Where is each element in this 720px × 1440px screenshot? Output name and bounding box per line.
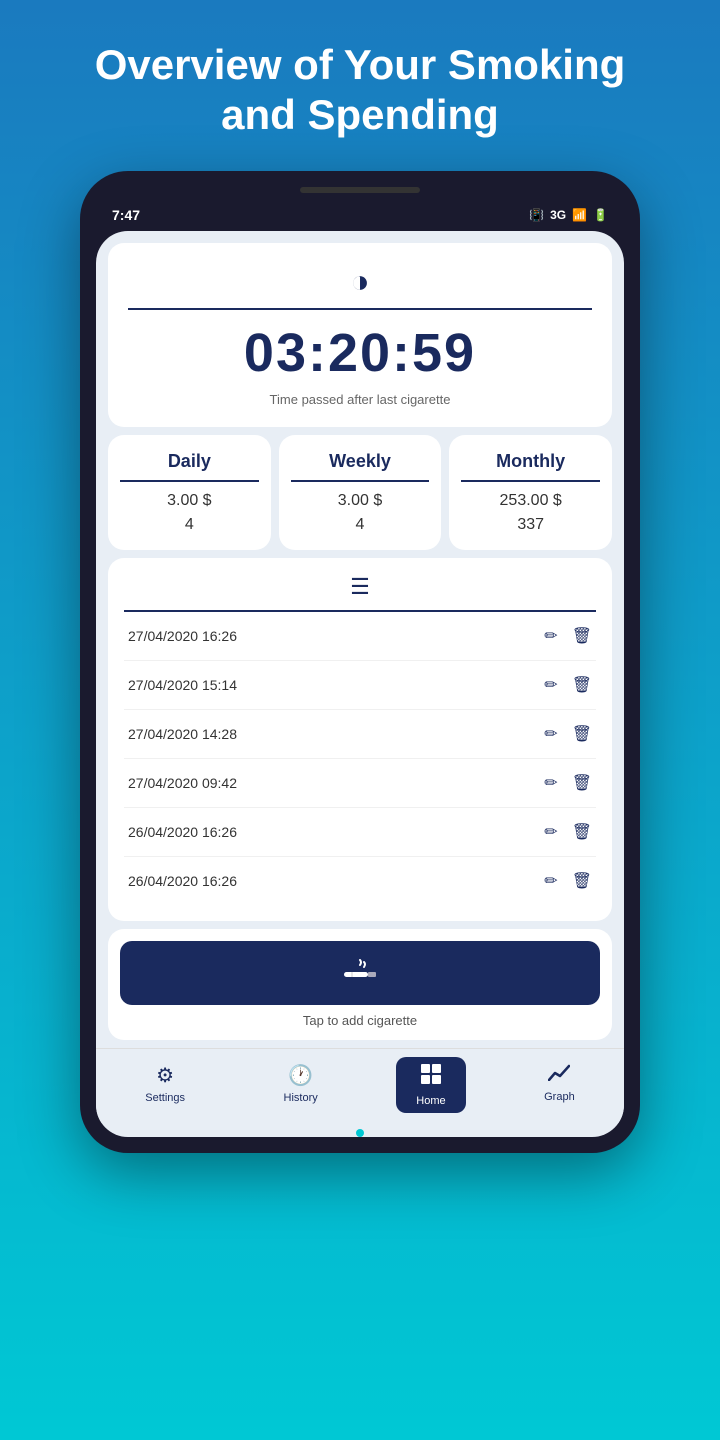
edit-icon-0[interactable]: ✏ [544,626,557,646]
history-card: ☰ 27/04/2020 16:26 ✏ 🗑 27/04/2020 15:14 … [108,558,612,921]
edit-icon-3[interactable]: ✏ [544,773,557,793]
add-label: Tap to add cigarette [120,1013,600,1028]
delete-icon-5[interactable]: 🗑 [572,871,592,891]
network-label: 3G [550,208,566,222]
history-actions-0: ✏ 🗑 [544,626,592,646]
bottom-nav: ⚙ Settings 🕐 History Home [96,1048,624,1123]
history-date-5: 26/04/2020 16:26 [128,873,237,889]
stat-daily-title: Daily [120,451,259,482]
timer-card: ◑ 03:20:59 Time passed after last cigare… [108,243,612,427]
history-actions-3: ✏ 🗑 [544,773,592,793]
battery-icon: 🔋 [593,208,608,222]
phone-frame: 7:47 📳 3G 📶 🔋 ◑ 03:20:59 Time passed aft… [80,171,640,1153]
stats-row: Daily 3.00 $ 4 Weekly 3.00 $ 4 Monthly 2… [108,435,612,550]
history-icon: 🕐 [288,1063,313,1088]
history-item-2: 27/04/2020 14:28 ✏ 🗑 [124,710,596,759]
edit-icon-1[interactable]: ✏ [544,675,557,695]
nav-settings[interactable]: ⚙ Settings [125,1057,205,1113]
stat-monthly-amount: 253.00 $ [461,492,600,510]
history-actions-4: ✏ 🗑 [544,822,592,842]
edit-icon-5[interactable]: ✏ [544,871,557,891]
add-button-container: Tap to add cigarette [108,929,612,1040]
home-indicator [356,1129,364,1137]
stat-weekly-amount: 3.00 $ [291,492,430,510]
history-item-0: 27/04/2020 16:26 ✏ 🗑 [124,612,596,661]
stat-weekly-title: Weekly [291,451,430,482]
timer-divider [128,308,592,310]
nav-home-label: Home [416,1095,445,1107]
add-cigarette-button[interactable] [120,941,600,1005]
history-item-4: 26/04/2020 16:26 ✏ 🗑 [124,808,596,857]
signal-icon: 📶 [572,208,587,222]
nav-settings-label: Settings [145,1092,185,1104]
history-actions-2: ✏ 🗑 [544,724,592,744]
history-date-1: 27/04/2020 15:14 [128,677,237,693]
nav-graph-label: Graph [544,1091,575,1103]
page-header: Overview of Your Smoking and Spending [0,0,720,171]
phone-screen: ◑ 03:20:59 Time passed after last cigare… [96,231,624,1137]
phone-notch [300,187,420,193]
history-item-1: 27/04/2020 15:14 ✏ 🗑 [124,661,596,710]
delete-icon-1[interactable]: 🗑 [572,675,592,695]
nav-home[interactable]: Home [396,1057,465,1113]
history-item-5: 26/04/2020 16:26 ✏ 🗑 [124,857,596,905]
stat-weekly: Weekly 3.00 $ 4 [279,435,442,550]
status-time: 7:47 [112,207,140,223]
nav-history[interactable]: 🕐 History [264,1057,338,1113]
delete-icon-0[interactable]: 🗑 [572,626,592,646]
stat-daily-count: 4 [120,516,259,534]
stat-monthly-count: 337 [461,516,600,534]
history-list-icon: ☰ [124,574,596,600]
vibrate-icon: 📳 [529,208,544,222]
delete-icon-4[interactable]: 🗑 [572,822,592,842]
edit-icon-2[interactable]: ✏ [544,724,557,744]
home-icon [420,1063,442,1091]
settings-icon: ⚙ [156,1063,174,1088]
history-actions-5: ✏ 🗑 [544,871,592,891]
edit-icon-4[interactable]: ✏ [544,822,557,842]
clock-icon: ◑ [128,263,592,300]
history-date-4: 26/04/2020 16:26 [128,824,237,840]
delete-icon-3[interactable]: 🗑 [572,773,592,793]
history-date-0: 27/04/2020 16:26 [128,628,237,644]
stat-daily: Daily 3.00 $ 4 [108,435,271,550]
history-date-3: 27/04/2020 09:42 [128,775,237,791]
graph-icon [548,1063,570,1087]
stat-weekly-count: 4 [291,516,430,534]
status-icons: 📳 3G 📶 🔋 [529,208,608,222]
nav-history-label: History [284,1092,318,1104]
nav-graph[interactable]: Graph [524,1057,595,1113]
timer-display: 03:20:59 [128,322,592,384]
history-actions-1: ✏ 🗑 [544,675,592,695]
timer-label: Time passed after last cigarette [128,392,592,407]
status-bar: 7:47 📳 3G 📶 🔋 [96,203,624,231]
history-date-2: 27/04/2020 14:28 [128,726,237,742]
stat-monthly-title: Monthly [461,451,600,482]
history-item-3: 27/04/2020 09:42 ✏ 🗑 [124,759,596,808]
stat-monthly: Monthly 253.00 $ 337 [449,435,612,550]
delete-icon-2[interactable]: 🗑 [572,724,592,744]
stat-daily-amount: 3.00 $ [120,492,259,510]
